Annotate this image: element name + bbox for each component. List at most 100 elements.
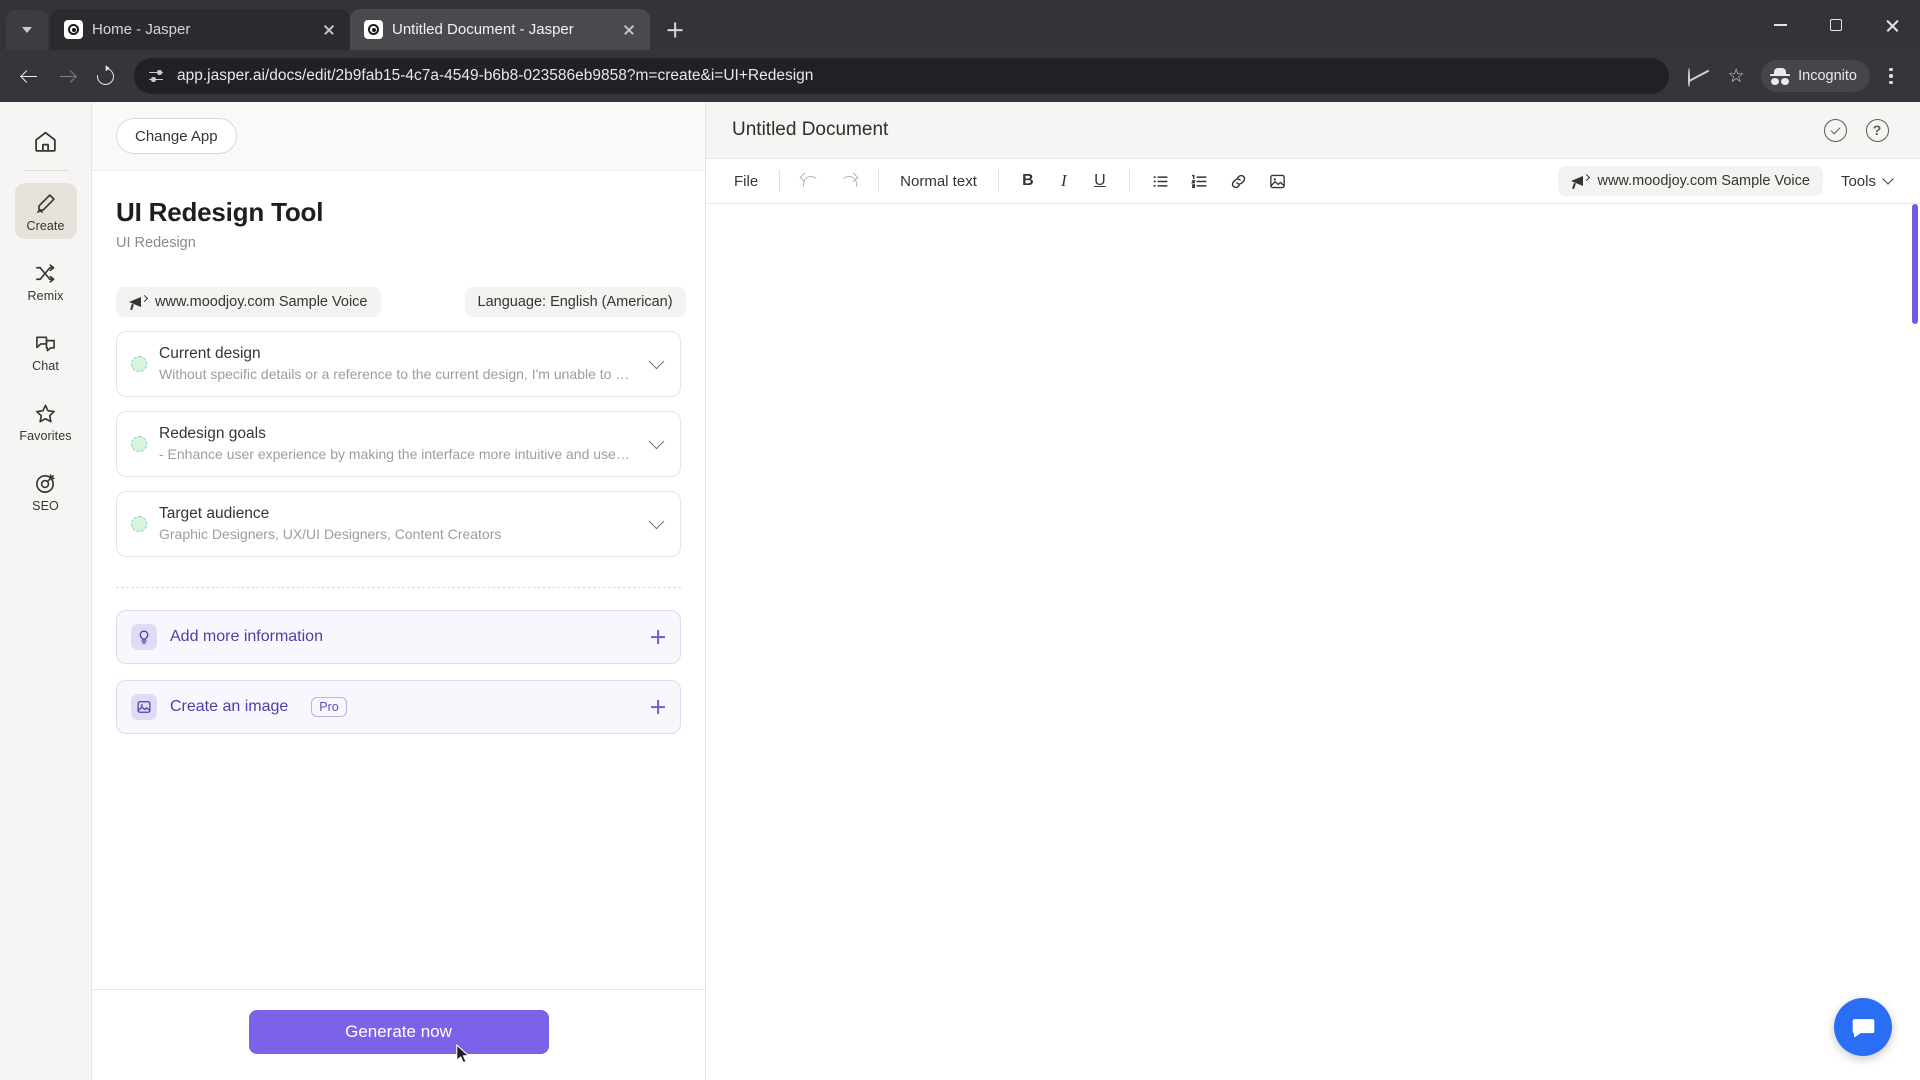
home-icon bbox=[35, 131, 56, 152]
tab-title: Untitled Document - Jasper bbox=[392, 21, 574, 38]
redo-button[interactable] bbox=[831, 165, 865, 197]
page-subtitle: UI Redesign bbox=[116, 235, 196, 251]
sidebar-item-label: Remix bbox=[27, 289, 64, 303]
close-icon[interactable] bbox=[318, 19, 340, 41]
field-card-redesign-goals[interactable]: Redesign goals - Enhance user experience… bbox=[116, 411, 681, 477]
undo-icon bbox=[801, 173, 819, 189]
numbered-list-button[interactable] bbox=[1182, 165, 1217, 197]
editor-scrollbar[interactable] bbox=[1912, 204, 1918, 1080]
star-icon bbox=[33, 400, 59, 426]
app-sidebar: Create Remix Chat Favorites SEO bbox=[0, 102, 92, 1080]
insert-image-button[interactable] bbox=[1260, 165, 1295, 197]
address-bar[interactable]: app.jasper.ai/docs/edit/2b9fab15-4c7a-45… bbox=[134, 58, 1670, 94]
window-close-button[interactable] bbox=[1864, 0, 1920, 50]
sidebar-item-home[interactable] bbox=[23, 118, 69, 164]
target-icon bbox=[33, 470, 59, 496]
sidebar-item-remix[interactable]: Remix bbox=[15, 253, 77, 309]
reload-icon bbox=[93, 64, 117, 88]
new-tab-icon[interactable] bbox=[658, 13, 692, 47]
sidebar-item-label: SEO bbox=[32, 499, 59, 513]
close-icon[interactable] bbox=[618, 19, 640, 41]
saved-check-icon[interactable] bbox=[1818, 113, 1852, 147]
window-minimize-button[interactable] bbox=[1752, 0, 1808, 50]
browser-tab-untitled-document[interactable]: Untitled Document - Jasper bbox=[350, 9, 650, 50]
undo-button[interactable] bbox=[793, 165, 827, 197]
sidebar-item-label: Create bbox=[26, 219, 65, 233]
editor-scrollbar-thumb[interactable] bbox=[1912, 204, 1918, 324]
bold-button[interactable]: B bbox=[1012, 165, 1044, 197]
toolbar-divider bbox=[779, 170, 781, 192]
numbered-list-icon bbox=[1190, 174, 1207, 188]
language-chip[interactable]: Language: English (American) bbox=[464, 287, 686, 317]
editor-brand-voice-label: www.moodjoy.com Sample Voice bbox=[1597, 173, 1810, 189]
chevron-down-icon[interactable] bbox=[648, 353, 665, 369]
incognito-indicator[interactable]: Incognito bbox=[1761, 60, 1870, 92]
lightbulb-icon bbox=[131, 624, 157, 650]
tab-search-button[interactable] bbox=[6, 10, 48, 50]
field-description: Graphic Designers, UX/UI Designers, Cont… bbox=[159, 526, 502, 542]
back-button[interactable] bbox=[12, 59, 46, 93]
help-question-icon[interactable]: ? bbox=[1860, 113, 1894, 147]
megaphone-icon bbox=[1571, 173, 1591, 189]
sidebar-item-chat[interactable]: Chat bbox=[15, 323, 77, 379]
chevron-down-icon bbox=[1882, 173, 1894, 185]
generate-now-button[interactable]: Generate now bbox=[248, 1010, 549, 1054]
insert-link-button[interactable] bbox=[1221, 165, 1256, 197]
browser-omnibar: app.jasper.ai/docs/edit/2b9fab15-4c7a-45… bbox=[0, 50, 1920, 102]
field-title: Redesign goals bbox=[159, 425, 266, 442]
editor-header: Untitled Document ? bbox=[706, 102, 1920, 159]
create-an-image-button[interactable]: Create an image Pro bbox=[116, 680, 681, 734]
sidebar-item-favorites[interactable]: Favorites bbox=[15, 393, 77, 449]
toolbar-divider bbox=[997, 170, 999, 192]
sidebar-item-create[interactable]: Create bbox=[14, 183, 77, 239]
field-description: Without specific details or a reference … bbox=[159, 366, 631, 382]
add-more-information-button[interactable]: Add more information bbox=[116, 610, 681, 664]
status-dot-icon bbox=[131, 355, 147, 372]
chat-bubbles-icon bbox=[33, 330, 59, 356]
sidebar-item-label: Favorites bbox=[19, 429, 72, 443]
toolbar-divider bbox=[1128, 170, 1130, 192]
field-title: Current design bbox=[159, 345, 261, 362]
plus-icon[interactable] bbox=[650, 699, 666, 715]
bullet-list-icon bbox=[1153, 175, 1168, 187]
forward-arrow-icon bbox=[59, 68, 76, 85]
plus-icon[interactable] bbox=[650, 629, 666, 645]
bookmark-star-icon[interactable]: ☆ bbox=[1719, 59, 1753, 93]
megaphone-icon bbox=[129, 294, 149, 310]
page-title: UI Redesign Tool bbox=[116, 197, 324, 227]
window-minimize-icon bbox=[1773, 24, 1787, 26]
incognito-label: Incognito bbox=[1798, 68, 1857, 84]
url-text: app.jasper.ai/docs/edit/2b9fab15-4c7a-45… bbox=[177, 67, 814, 84]
window-controls bbox=[1752, 0, 1920, 50]
tab-title: Home - Jasper bbox=[92, 21, 191, 38]
italic-button[interactable]: I bbox=[1048, 165, 1080, 197]
reload-button[interactable] bbox=[88, 59, 122, 93]
text-style-dropdown[interactable]: Normal text bbox=[892, 165, 985, 197]
file-menu-button[interactable]: File bbox=[726, 165, 766, 197]
browser-menu-button[interactable] bbox=[1874, 59, 1908, 93]
tools-dropdown[interactable]: Tools bbox=[1833, 165, 1900, 197]
brand-voice-label: www.moodjoy.com Sample Voice bbox=[155, 294, 368, 310]
browser-menu-icon bbox=[1881, 66, 1901, 86]
brand-voice-chip[interactable]: www.moodjoy.com Sample Voice bbox=[116, 287, 381, 317]
chevron-down-icon[interactable] bbox=[648, 433, 665, 449]
field-card-target-audience[interactable]: Target audience Graphic Designers, UX/UI… bbox=[116, 491, 681, 557]
bullet-list-button[interactable] bbox=[1143, 165, 1178, 197]
sidebar-item-seo[interactable]: SEO bbox=[15, 463, 77, 519]
document-title[interactable]: Untitled Document bbox=[732, 119, 1810, 141]
third-party-cookies-blocked-icon[interactable] bbox=[1681, 59, 1715, 93]
forward-button[interactable] bbox=[50, 59, 84, 93]
sidebar-divider bbox=[22, 170, 69, 171]
editor-canvas[interactable] bbox=[706, 204, 1920, 1080]
site-settings-icon[interactable] bbox=[148, 68, 165, 85]
pencil-icon bbox=[33, 190, 59, 216]
window-maximize-button[interactable] bbox=[1808, 0, 1864, 50]
underline-button[interactable]: U bbox=[1084, 165, 1116, 197]
field-card-current-design[interactable]: Current design Without specific details … bbox=[116, 331, 681, 397]
change-app-button[interactable]: Change App bbox=[116, 118, 237, 154]
chevron-down-icon[interactable] bbox=[648, 513, 665, 529]
support-chat-button[interactable] bbox=[1834, 998, 1892, 1056]
browser-tab-home[interactable]: Home - Jasper bbox=[50, 9, 350, 50]
chevron-down-icon bbox=[22, 27, 32, 33]
editor-brand-voice-chip[interactable]: www.moodjoy.com Sample Voice bbox=[1558, 166, 1823, 196]
